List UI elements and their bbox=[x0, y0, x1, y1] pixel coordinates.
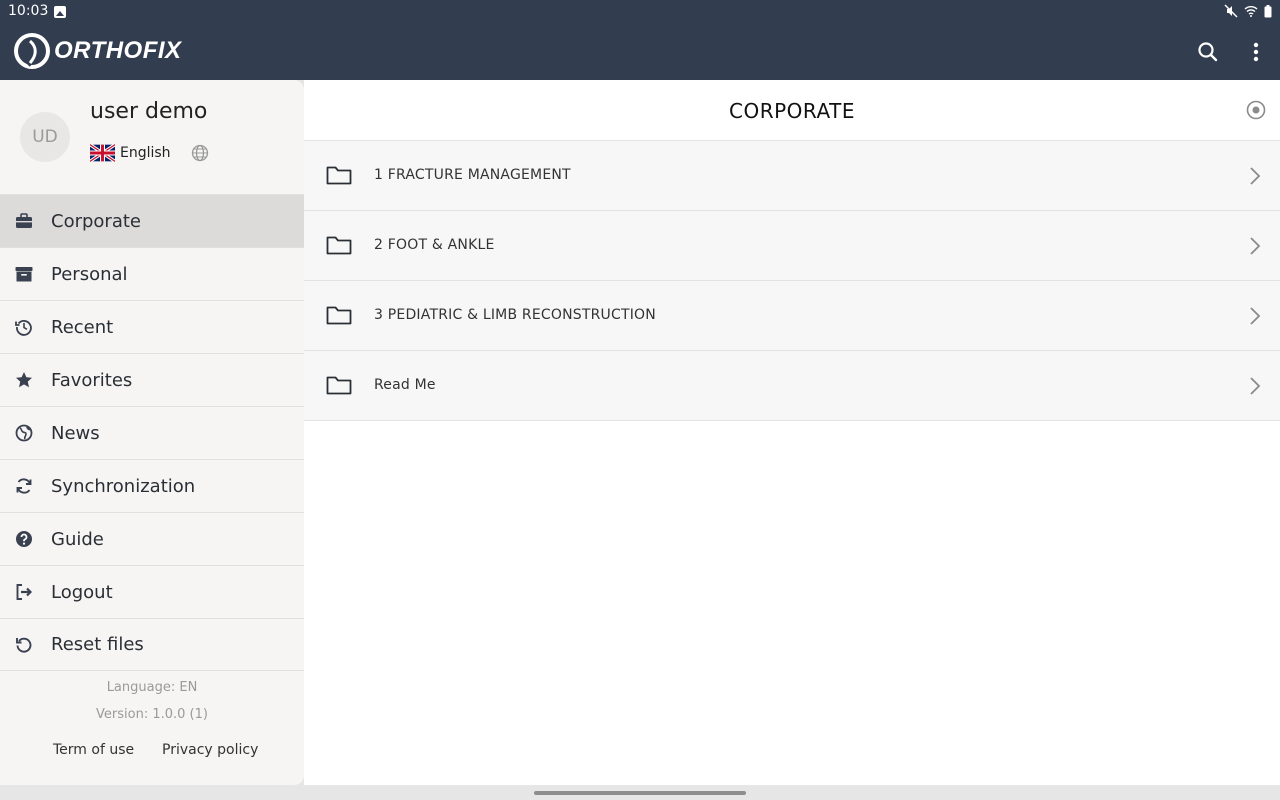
briefcase-icon bbox=[14, 211, 34, 231]
star-icon bbox=[14, 370, 34, 390]
orthofix-logo: ORTHOFIX bbox=[14, 33, 182, 69]
status-time: 10:03 bbox=[8, 3, 49, 19]
target-settings-icon[interactable] bbox=[1246, 100, 1266, 120]
main-content: CORPORATE 1 FRACTURE MANAGEMENT 2 FOOT &… bbox=[304, 80, 1280, 785]
sidebar-item-reset-files[interactable]: Reset files bbox=[0, 618, 304, 671]
folder-icon bbox=[326, 306, 352, 325]
chevron-right-icon bbox=[1250, 167, 1261, 185]
terms-of-use-link[interactable]: Term of use bbox=[53, 742, 134, 758]
sidebar-item-label: Reset files bbox=[51, 634, 144, 655]
logout-icon bbox=[14, 582, 34, 602]
folder-label: 1 FRACTURE MANAGEMENT bbox=[374, 167, 571, 183]
sidebar-item-label: Personal bbox=[51, 263, 128, 285]
sidebar-item-favorites[interactable]: Favorites bbox=[0, 353, 304, 406]
orthofix-logo-mark bbox=[14, 33, 50, 69]
main-header: CORPORATE bbox=[304, 80, 1280, 141]
page-title: CORPORATE bbox=[729, 99, 855, 123]
image-notification-icon bbox=[54, 6, 66, 18]
sidebar-item-logout[interactable]: Logout bbox=[0, 565, 304, 618]
user-name: user demo bbox=[90, 99, 208, 124]
folder-row[interactable]: 1 FRACTURE MANAGEMENT bbox=[304, 141, 1280, 211]
app-bar: ORTHOFIX bbox=[0, 24, 1280, 80]
reset-icon bbox=[14, 635, 34, 655]
chevron-right-icon bbox=[1250, 307, 1261, 325]
status-icons bbox=[1224, 4, 1272, 18]
status-bar: 10:03 bbox=[0, 0, 1280, 24]
privacy-policy-link[interactable]: Privacy policy bbox=[162, 742, 258, 758]
globe-icon bbox=[14, 423, 34, 443]
language-selector[interactable]: English bbox=[90, 144, 209, 162]
folder-row[interactable]: 2 FOOT & ANKLE bbox=[304, 211, 1280, 281]
sidebar-item-news[interactable]: News bbox=[0, 406, 304, 459]
sidebar-item-personal[interactable]: Personal bbox=[0, 247, 304, 300]
wifi-icon bbox=[1244, 6, 1258, 17]
home-gesture-handle[interactable] bbox=[534, 791, 746, 795]
sidebar-item-label: News bbox=[51, 422, 100, 444]
language-name: English bbox=[120, 145, 171, 161]
sidebar-item-label: Recent bbox=[51, 316, 114, 338]
sidebar-item-guide[interactable]: Guide bbox=[0, 512, 304, 565]
battery-icon bbox=[1264, 4, 1272, 17]
version-info: Version: 1.0.0 (1) bbox=[96, 707, 208, 722]
folder-label: 3 PEDIATRIC & LIMB RECONSTRUCTION bbox=[374, 307, 656, 323]
uk-flag-icon bbox=[90, 144, 115, 162]
more-options-icon[interactable] bbox=[1246, 40, 1266, 64]
sidebar-item-label: Guide bbox=[51, 528, 104, 550]
folder-row[interactable]: 3 PEDIATRIC & LIMB RECONSTRUCTION bbox=[304, 281, 1280, 351]
help-icon bbox=[14, 529, 34, 549]
search-icon[interactable] bbox=[1196, 40, 1220, 64]
sidebar-item-label: Favorites bbox=[51, 369, 133, 391]
avatar[interactable]: UD bbox=[20, 112, 70, 162]
folder-icon bbox=[326, 376, 352, 395]
archive-icon bbox=[14, 264, 34, 284]
folder-icon bbox=[326, 166, 352, 185]
folder-label: 2 FOOT & ANKLE bbox=[374, 237, 495, 253]
globe-icon[interactable] bbox=[191, 144, 209, 162]
folder-row[interactable]: Read Me bbox=[304, 351, 1280, 421]
system-nav-bar bbox=[0, 785, 1280, 800]
sidebar-item-label: Corporate bbox=[51, 210, 141, 232]
sidebar-item-label: Logout bbox=[51, 581, 113, 603]
chevron-right-icon bbox=[1250, 237, 1261, 255]
sidebar-item-synchronization[interactable]: Synchronization bbox=[0, 459, 304, 512]
folder-icon bbox=[326, 236, 352, 255]
folder-list: 1 FRACTURE MANAGEMENT 2 FOOT & ANKLE 3 P… bbox=[304, 141, 1280, 421]
sidebar-item-recent[interactable]: Recent bbox=[0, 300, 304, 353]
folder-label: Read Me bbox=[374, 377, 436, 393]
sync-icon bbox=[14, 476, 34, 496]
chevron-right-icon bbox=[1250, 377, 1261, 395]
mute-icon bbox=[1224, 4, 1238, 18]
sidebar-item-corporate[interactable]: Corporate bbox=[0, 194, 304, 247]
history-icon bbox=[14, 317, 34, 337]
logo-text: ORTHOFIX bbox=[54, 37, 182, 64]
sidebar-menu: Corporate Personal Recent Favorites News bbox=[0, 194, 304, 671]
language-info: Language: EN bbox=[106, 680, 198, 695]
sidebar: UD user demo English Corporate Personal … bbox=[0, 80, 304, 785]
sidebar-item-label: Synchronization bbox=[51, 475, 196, 497]
